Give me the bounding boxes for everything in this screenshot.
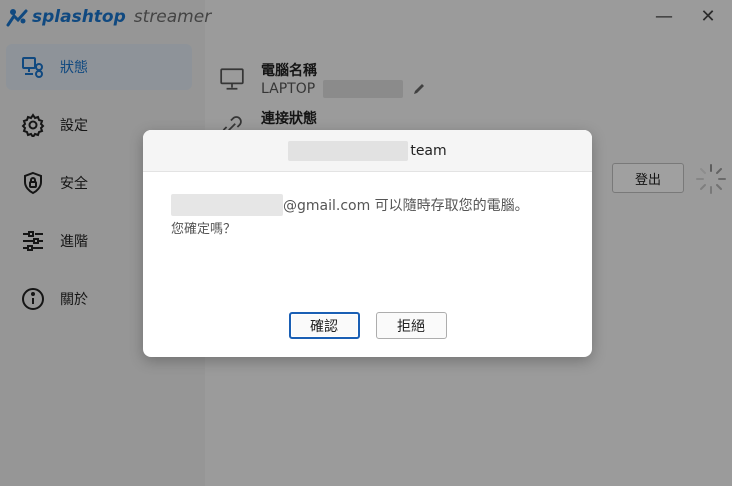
dialog-message: @gmail.com 可以隨時存取您的電腦。 — [283, 198, 529, 214]
reject-button[interactable]: 拒絕 — [375, 312, 447, 339]
confirm-button[interactable]: 確認 — [288, 312, 360, 339]
dialog-title: team — [410, 142, 447, 159]
redacted-email — [171, 194, 283, 216]
redacted-text — [288, 140, 409, 161]
dialog-question: 您確定嗎？ — [171, 222, 237, 237]
dialog-header: team — [143, 130, 592, 172]
access-confirm-dialog: team @gmail.com 可以隨時存取您的電腦。 您確定嗎？ 確認 拒絕 — [143, 130, 592, 357]
dialog-body: @gmail.com 可以隨時存取您的電腦。 您確定嗎？ — [143, 172, 592, 237]
dialog-buttons: 確認 拒絕 — [143, 312, 592, 339]
